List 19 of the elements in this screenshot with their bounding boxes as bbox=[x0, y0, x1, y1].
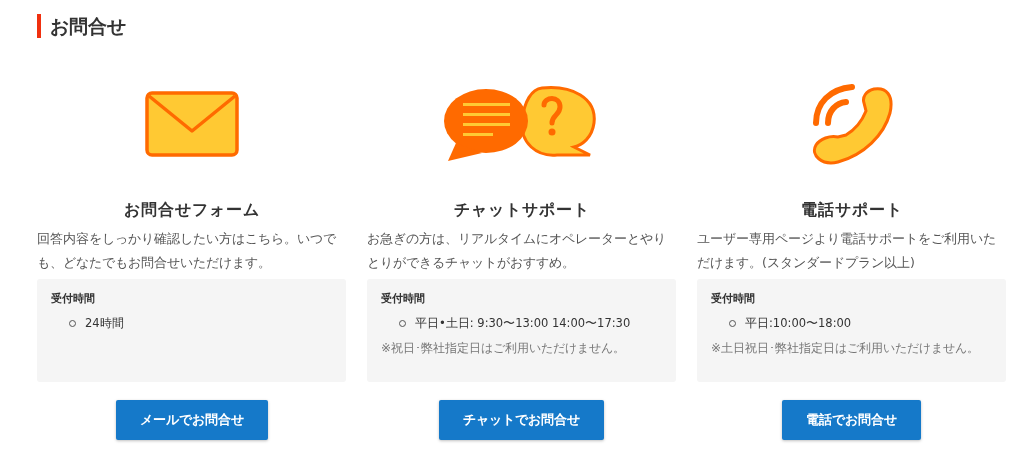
hours-label: 受付時間 bbox=[381, 291, 426, 306]
hours-label: 受付時間 bbox=[711, 291, 756, 306]
hours-text: 平日:10:00〜18:00 bbox=[745, 316, 852, 331]
card-description: ユーザー専用ページより電話サポートをご利用いただけます。(スタンダードプラン以上) bbox=[697, 230, 997, 272]
hours-note: ※祝日･弊社指定日はご利用いただけません。 bbox=[381, 340, 627, 356]
envelope-icon bbox=[144, 91, 239, 157]
hours-note: ※土日祝日･弊社指定日はご利用いただけません。 bbox=[711, 340, 981, 356]
contact-button[interactable]: 電話でお問合せ bbox=[782, 400, 921, 440]
hours-text: 24時間 bbox=[85, 316, 124, 331]
section-heading: お問合せ bbox=[37, 14, 126, 38]
contact-button[interactable]: メールでお問合せ bbox=[115, 400, 268, 440]
card-title: 電話サポート bbox=[800, 200, 903, 221]
contact-button[interactable]: チャットでお問合せ bbox=[439, 400, 604, 440]
card-description: 回答内容をしっかり確認したい方はこちら。いつでも、どなたでもお問合せいただけます。 bbox=[37, 230, 337, 272]
card-description: お急ぎの方は、リアルタイムにオペレーターとやりとりができるチャットがおすすめ。 bbox=[367, 230, 667, 272]
hours-label: 受付時間 bbox=[51, 291, 96, 306]
card-title: お問合せフォーム bbox=[123, 200, 260, 221]
card-title: チャットサポート bbox=[453, 200, 590, 221]
hours-text: 平日•土日: 9:30〜13:00 14:00〜17:30 bbox=[415, 316, 631, 331]
